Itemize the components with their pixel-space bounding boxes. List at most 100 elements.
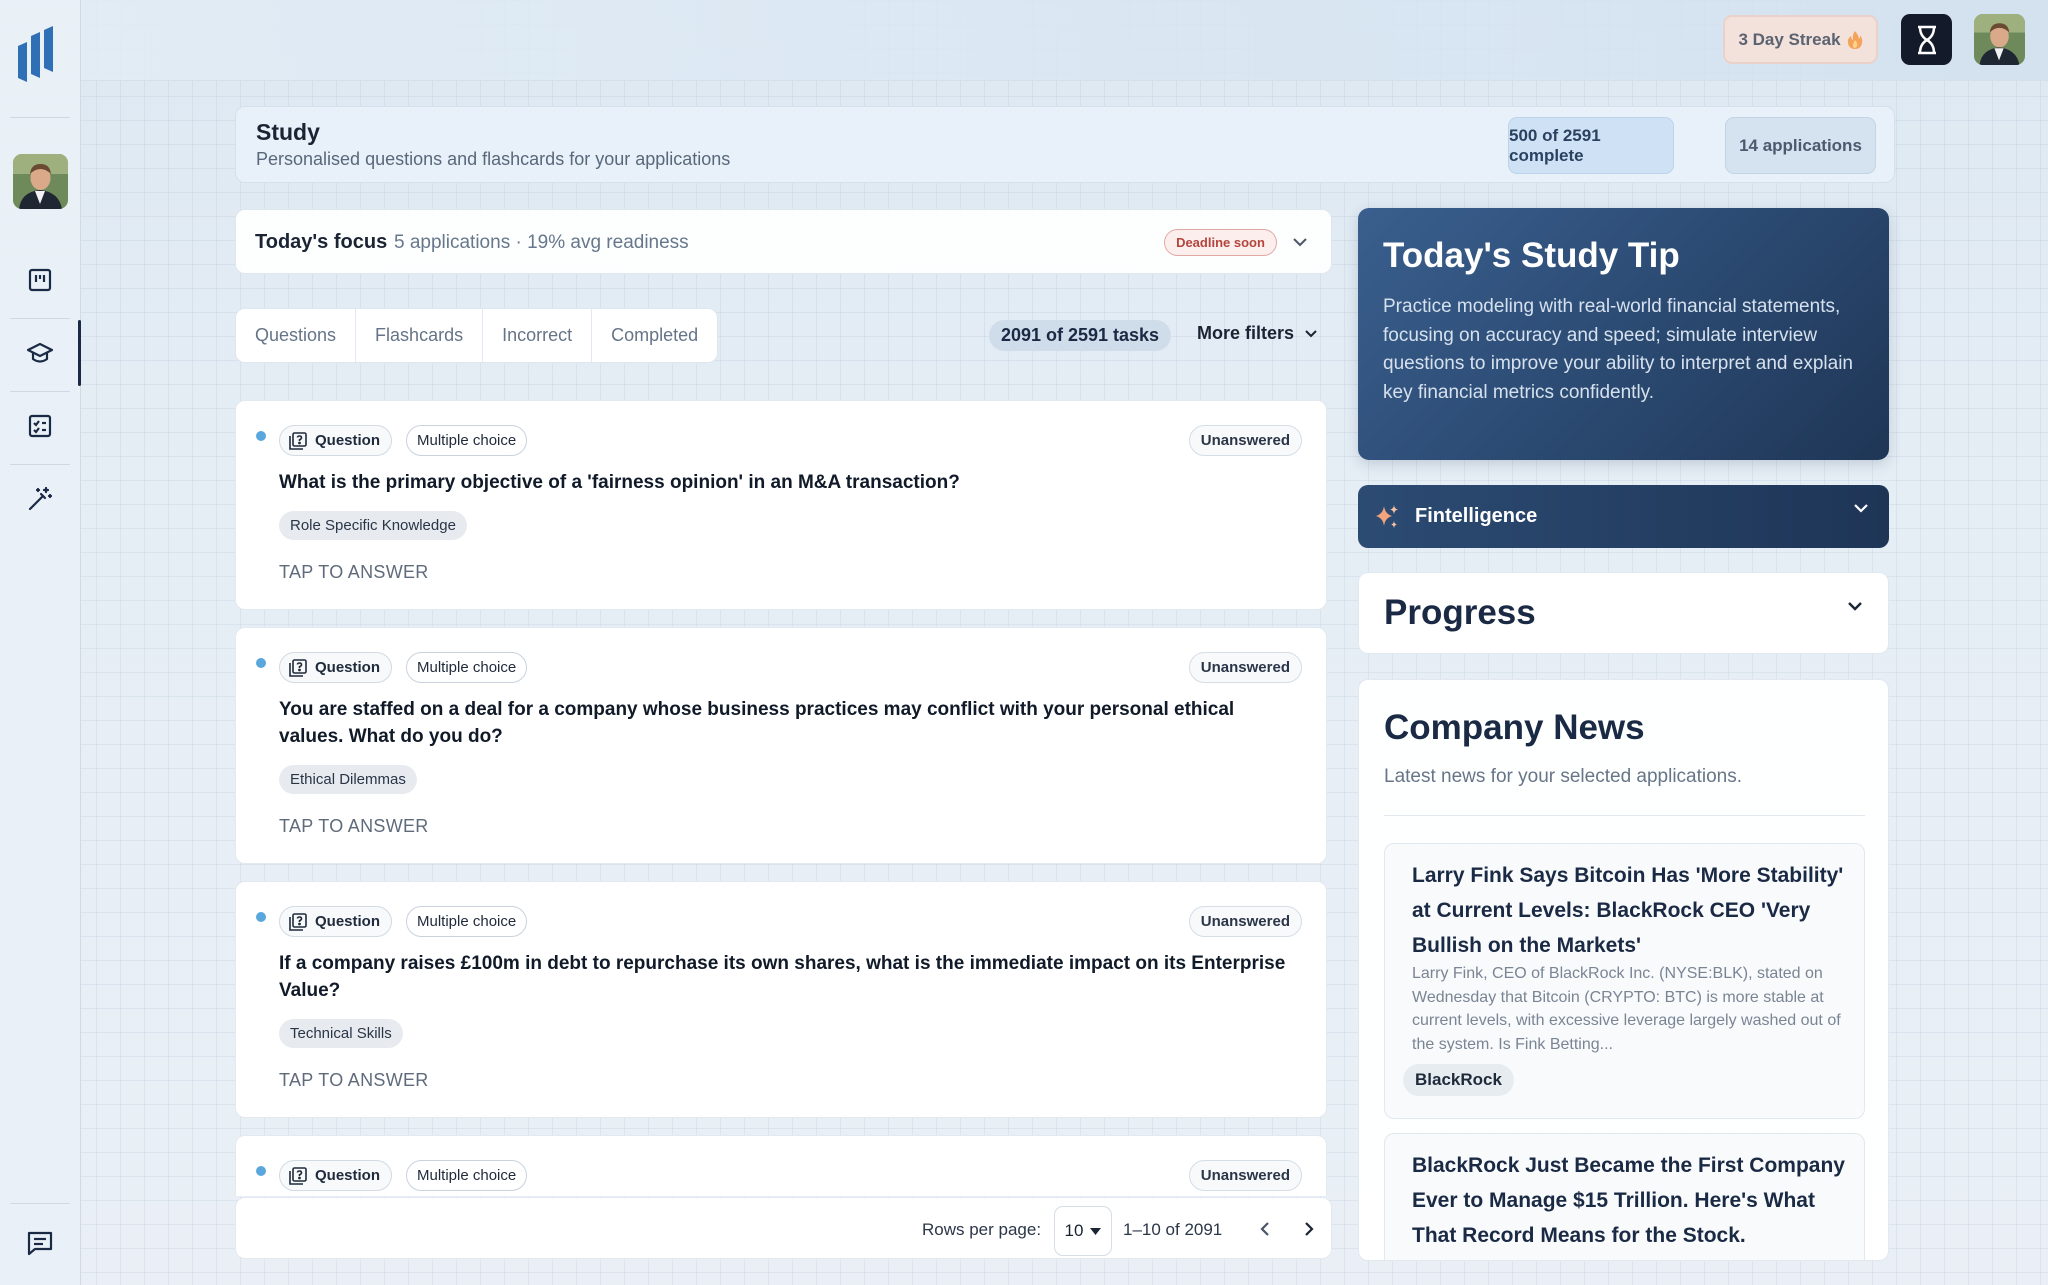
category-tag: Role Specific Knowledge [279,511,467,540]
rows-per-page-label: Rows per page: [922,1220,1042,1239]
completion-badge: 500 of 2591 complete [1508,117,1674,174]
question-card[interactable]: Question Multiple choice Unanswered If a… [235,881,1327,1118]
sidebar-divider [10,391,70,392]
focus-title: Today's focus [255,231,388,253]
streak-badge[interactable]: 3 Day Streak [1723,15,1878,64]
user-avatar[interactable] [1974,14,2025,65]
question-card[interactable]: Question Multiple choice Unanswered What… [235,400,1327,610]
category-tag: Technical Skills [279,1019,403,1048]
pagination-bar: Rows per page: 10 1–10 of 2091 [235,1197,1332,1259]
tap-to-answer[interactable]: TAP TO ANSWER [279,1070,429,1091]
study-tip-title: Today's Study Tip [1383,236,1680,275]
divider [1384,815,1865,816]
page-range: 1–10 of 2091 [1123,1220,1223,1239]
deadline-badge: Deadline soon [1164,229,1277,256]
focus-subtitle: 5 applications · 19% avg readiness [394,232,689,253]
question-card[interactable]: Question Multiple choice Unanswered You … [235,627,1327,864]
question-icon [289,912,307,931]
sidebar-divider [10,1203,70,1204]
chevron-down-icon [1305,330,1317,338]
status-badge: Unanswered [1188,652,1302,683]
sidebar-divider [10,464,70,465]
chevron-down-icon [1848,602,1862,611]
sparkle-icon [1376,504,1398,528]
sidebar-active-indicator [78,320,81,386]
question-type-tag: Multiple choice [406,1160,528,1191]
hourglass-button[interactable] [1901,14,1952,65]
question-kind-label: Question [315,659,381,676]
question-kind-tag: Question [279,425,393,456]
sidebar-divider [10,117,70,118]
question-kind-label: Question [315,1167,381,1184]
unread-dot [256,1166,266,1176]
question-kind-tag: Question [279,652,393,683]
tap-to-answer[interactable]: TAP TO ANSWER [279,562,429,583]
study-header: Study Personalised questions and flashca… [235,106,1895,183]
rows-per-page-value: 10 [1064,1221,1084,1240]
unread-dot [256,912,266,922]
progress-title: Progress [1384,593,1536,632]
previous-page-button[interactable] [1252,1216,1278,1242]
status-badge: Unanswered [1188,425,1302,456]
status-badge: Unanswered [1188,1160,1302,1191]
question-icon [289,1166,307,1185]
sidebar-avatar[interactable] [13,154,68,209]
question-kind-tag: Question [279,906,393,937]
dashboard-icon[interactable] [24,264,56,296]
news-article[interactable]: Larry Fink Says Bitcoin Has 'More Stabil… [1384,843,1865,1119]
question-text: What is the primary objective of a 'fair… [279,472,960,493]
article-title: Larry Fink Says Bitcoin Has 'More Stabil… [1412,864,1844,957]
news-article[interactable]: BlackRock Just Became the First Company … [1384,1133,1865,1260]
unread-dot [256,658,266,668]
chevron-down-icon [1854,504,1868,513]
fintelligence-label: Fintelligence [1415,505,1538,527]
caret-down-icon [1090,1227,1102,1235]
study-graduation-cap-icon[interactable] [24,337,56,369]
more-filters-button[interactable]: More filters [1197,323,1318,344]
question-kind-label: Question [315,913,381,930]
question-type-tag: Multiple choice [406,906,528,937]
question-type-tag: Multiple choice [406,425,528,456]
article-title: BlackRock Just Became the First Company … [1412,1154,1845,1247]
question-text: If a company raises £100m in debt to rep… [279,953,1286,1001]
tab-questions[interactable]: Questions [236,309,357,362]
company-tag: BlackRock [1403,1064,1514,1096]
tab-flashcards[interactable]: Flashcards [356,309,484,362]
question-kind-tag: Question [279,1160,393,1191]
checklist-icon[interactable] [24,410,56,442]
tap-to-answer[interactable]: TAP TO ANSWER [279,816,429,837]
hourglass-icon [1917,25,1936,54]
company-news-panel: Company News Latest news for your select… [1358,679,1889,1261]
tab-completed[interactable]: Completed [592,309,717,362]
page-subtitle: Personalised questions and flashcards fo… [256,149,731,169]
app-logo[interactable] [18,26,62,82]
tasks-count-badge: 2091 of 2591 tasks [989,320,1171,351]
question-text: You are staffed on a deal for a company … [279,699,1235,747]
next-page-button[interactable] [1296,1216,1322,1242]
more-filters-label: More filters [1197,323,1295,343]
question-type-tag: Multiple choice [406,652,528,683]
question-icon [289,431,307,450]
chevron-right-icon [1305,1222,1314,1236]
streak-label: 3 Day Streak [1738,29,1841,49]
question-card[interactable]: Question Multiple choice Unanswered [235,1135,1327,1196]
fintelligence-panel[interactable]: Fintelligence [1358,485,1889,548]
progress-panel[interactable]: Progress [1358,572,1889,654]
question-icon [289,658,307,677]
magic-wand-icon[interactable] [24,483,56,515]
chevron-down-icon[interactable] [1286,228,1314,256]
page-title: Study [256,119,320,145]
sidebar [0,0,81,1285]
chat-icon[interactable] [24,1227,56,1259]
category-tag: Ethical Dilemmas [279,765,417,794]
flame-icon [1847,30,1862,49]
study-tabs: Questions Flashcards Incorrect Completed [235,308,719,363]
study-tip-body: Practice modeling with real-world financ… [1383,296,1853,403]
chevron-left-icon [1260,1222,1269,1236]
rows-per-page-select[interactable]: 10 [1054,1206,1112,1256]
question-list: Question Multiple choice Unanswered What… [235,400,1327,1196]
tab-incorrect[interactable]: Incorrect [483,309,593,362]
status-badge: Unanswered [1188,906,1302,937]
todays-focus-bar[interactable]: Today's focus 5 applications · 19% avg r… [235,209,1332,274]
applications-badge[interactable]: 14 applications [1725,117,1876,174]
